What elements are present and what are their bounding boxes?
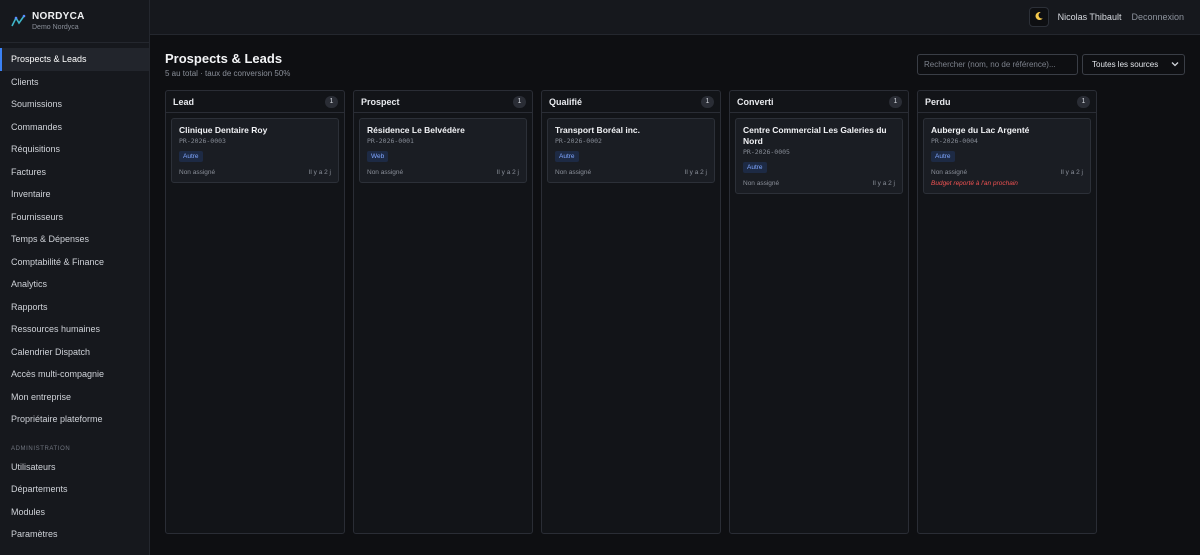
theme-toggle-button[interactable] (1028, 7, 1049, 27)
card-reference: PR-2026-0003 (179, 137, 226, 145)
column-header: Prospect 1 (354, 91, 532, 113)
moon-icon (1034, 8, 1044, 26)
card-assignee: Non assigné (931, 169, 968, 176)
column-count-badge: 1 (889, 95, 902, 108)
lead-card[interactable]: Résidence Le Belvédère PR-2026-0001 Web … (359, 118, 527, 183)
sidebar-nav: Prospects & Leads Clients Soumissions Co… (0, 48, 149, 546)
source-tag: Autre (931, 151, 955, 162)
sidebar-item-inventaire[interactable]: Inventaire (0, 183, 149, 206)
brand-name: NORDYCA (32, 11, 85, 22)
column-header: Lead 1 (166, 91, 344, 113)
card-title: Transport Boréal inc. (555, 125, 641, 135)
card-title: Résidence Le Belvédère (367, 125, 465, 135)
card-reference: PR-2026-0002 (555, 137, 602, 145)
topbar: Nicolas Thibault Deconnexion (150, 0, 1200, 35)
brand[interactable]: NORDYCA Demo Nordyca (0, 0, 149, 43)
lead-card[interactable]: Clinique Dentaire Roy PR-2026-0003 Autre… (171, 118, 339, 183)
column-title: Lead (173, 96, 195, 107)
source-tag: Autre (555, 151, 579, 162)
card-assignee: Non assigné (179, 169, 216, 176)
sidebar-item-factures[interactable]: Factures (0, 161, 149, 184)
sidebar: NORDYCA Demo Nordyca Prospects & Leads C… (0, 0, 150, 555)
sidebar-item-proprietaire-plateforme[interactable]: Propriétaire plateforme (0, 408, 149, 431)
source-tag: Autre (743, 162, 767, 173)
column-qualifie: Qualifié 1 Transport Boréal inc. PR-2026… (541, 90, 721, 534)
card-age: Il y a 2 j (872, 180, 895, 187)
sidebar-item-soumissions[interactable]: Soumissions (0, 93, 149, 116)
source-tag: Autre (179, 151, 203, 162)
sidebar-item-temps-depenses[interactable]: Temps & Dépenses (0, 228, 149, 251)
card-assignee: Non assigné (367, 169, 404, 176)
sidebar-item-modules[interactable]: Modules (0, 501, 149, 524)
logout-link[interactable]: Deconnexion (1131, 12, 1184, 22)
column-lead: Lead 1 Clinique Dentaire Roy PR-2026-000… (165, 90, 345, 534)
sidebar-item-requisitions[interactable]: Réquisitions (0, 138, 149, 161)
sidebar-item-parametres[interactable]: Paramètres (0, 523, 149, 546)
brand-subtitle: Demo Nordyca (32, 24, 79, 31)
column-perdu: Perdu 1 Auberge du Lac Argenté PR-2026-0… (917, 90, 1097, 534)
card-reference: PR-2026-0004 (931, 137, 978, 145)
column-count-badge: 1 (513, 95, 526, 108)
sidebar-item-departements[interactable]: Départements (0, 478, 149, 501)
sidebar-item-acces-multi-compagnie[interactable]: Accès multi-compagnie (0, 363, 149, 386)
card-age: Il y a 2 j (684, 169, 707, 176)
sidebar-item-commandes[interactable]: Commandes (0, 116, 149, 139)
card-reference: PR-2026-0001 (367, 137, 414, 145)
card-age: Il y a 2 j (496, 169, 519, 176)
sidebar-item-ressources-humaines[interactable]: Ressources humaines (0, 318, 149, 341)
lead-card[interactable]: Centre Commercial Les Galeries du Nord P… (735, 118, 903, 194)
chevron-down-icon (1171, 60, 1179, 69)
page-title: Prospects & Leads (165, 51, 283, 66)
lead-card[interactable]: Transport Boréal inc. PR-2026-0002 Autre… (547, 118, 715, 183)
card-title: Centre Commercial Les Galeries du Nord (743, 125, 887, 146)
card-reference: PR-2026-0005 (743, 148, 790, 156)
column-header: Perdu 1 (918, 91, 1096, 113)
sidebar-item-clients[interactable]: Clients (0, 71, 149, 94)
column-title: Perdu (925, 96, 951, 107)
column-title: Prospect (361, 96, 400, 107)
card-title: Clinique Dentaire Roy (179, 125, 268, 135)
column-count-badge: 1 (325, 95, 338, 108)
source-tag: Web (367, 151, 389, 162)
card-assignee: Non assigné (743, 180, 780, 187)
sidebar-item-rapports[interactable]: Rapports (0, 296, 149, 319)
column-converti: Converti 1 Centre Commercial Les Galerie… (729, 90, 909, 534)
sidebar-item-comptabilite[interactable]: Comptabilité & Finance (0, 251, 149, 274)
kanban-board: Lead 1 Clinique Dentaire Roy PR-2026-000… (165, 90, 1097, 534)
sidebar-item-analytics[interactable]: Analytics (0, 273, 149, 296)
source-select-value: Toutes les sources (1092, 60, 1159, 69)
column-header: Converti 1 (730, 91, 908, 113)
sidebar-item-mon-entreprise[interactable]: Mon entreprise (0, 386, 149, 409)
sidebar-item-fournisseurs[interactable]: Fournisseurs (0, 206, 149, 229)
column-title: Qualifié (549, 96, 583, 107)
search-input[interactable] (917, 54, 1078, 75)
card-assignee: Non assigné (555, 169, 592, 176)
logo-icon (10, 13, 26, 29)
card-title: Auberge du Lac Argenté (931, 125, 1030, 135)
page-subtitle: 5 au total · taux de conversion 50% (165, 69, 291, 78)
source-select[interactable]: Toutes les sources (1082, 54, 1185, 75)
column-title: Converti (737, 96, 774, 107)
sidebar-item-calendrier-dispatch[interactable]: Calendrier Dispatch (0, 341, 149, 364)
column-header: Qualifié 1 (542, 91, 720, 113)
lead-card[interactable]: Auberge du Lac Argenté PR-2026-0004 Autr… (923, 118, 1091, 194)
card-age: Il y a 2 j (308, 169, 331, 176)
sidebar-item-utilisateurs[interactable]: Utilisateurs (0, 456, 149, 479)
column-prospect: Prospect 1 Résidence Le Belvédère PR-202… (353, 90, 533, 534)
user-name[interactable]: Nicolas Thibault (1058, 12, 1122, 22)
column-count-badge: 1 (1077, 95, 1090, 108)
sidebar-item-prospects-leads[interactable]: Prospects & Leads (0, 48, 149, 71)
lost-reason-note: Budget reporté à l'an prochain (931, 180, 1018, 187)
card-age: Il y a 2 j (1060, 169, 1083, 176)
column-count-badge: 1 (701, 95, 714, 108)
sidebar-section-administration: ADMINISTRATION (11, 445, 71, 452)
